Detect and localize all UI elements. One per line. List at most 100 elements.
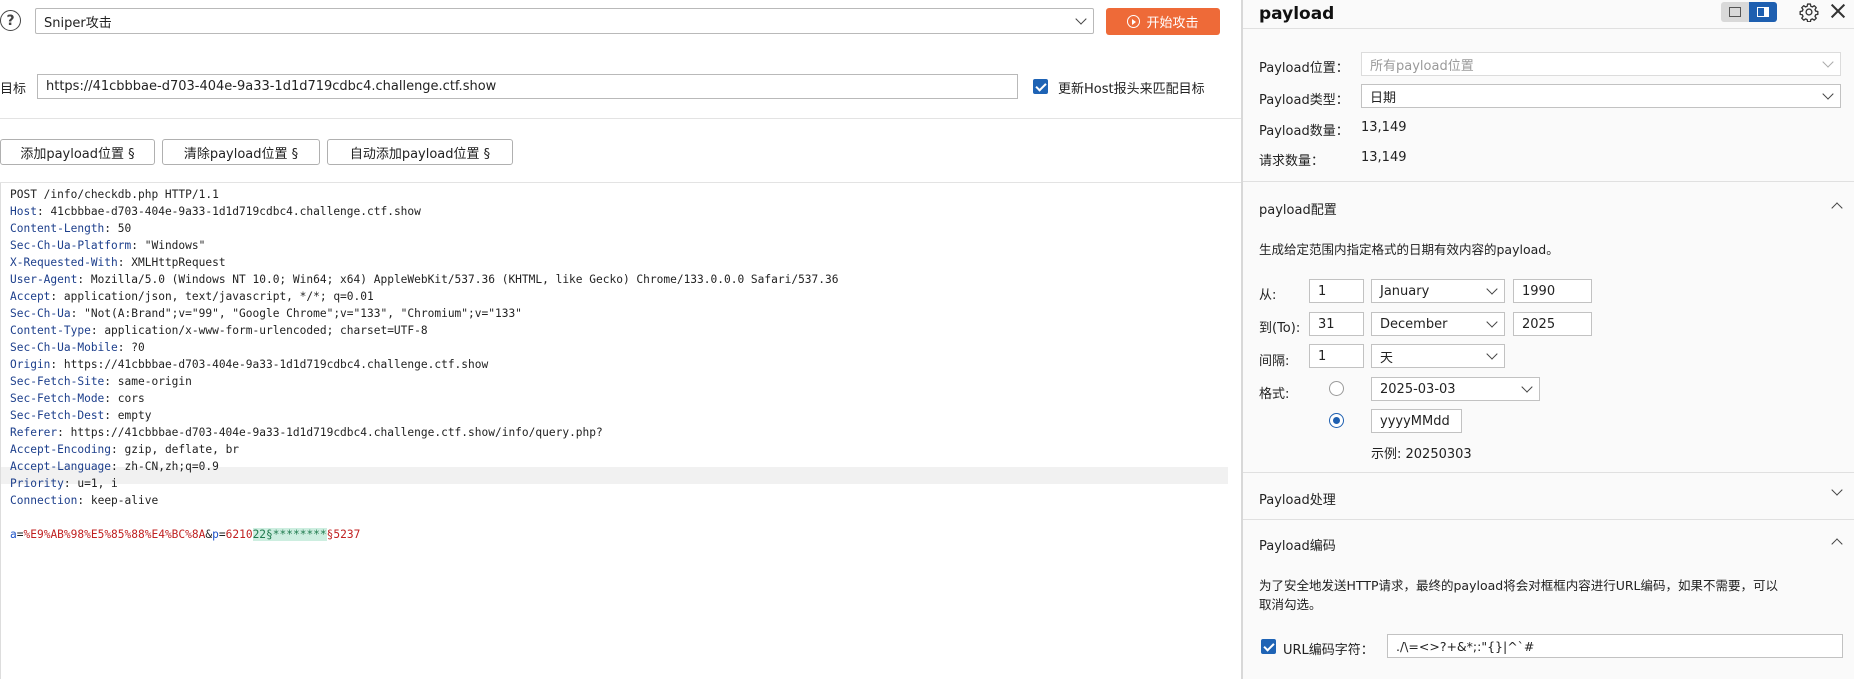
to-day-input[interactable]: 31 bbox=[1309, 312, 1364, 336]
param-value: %E9%AB%98%E5%85%88%E4%BC%8A bbox=[23, 528, 206, 541]
header-line: Referer: https://41cbbbae-d703-404e-9a33… bbox=[10, 426, 603, 439]
gear-icon[interactable] bbox=[1799, 2, 1819, 22]
url-encode-chars-value: ./\=<>?+&*;:"{}|^`# bbox=[1396, 638, 1535, 654]
chevron-up-icon[interactable] bbox=[1831, 202, 1843, 214]
url-encode-checkbox[interactable] bbox=[1261, 639, 1276, 654]
payload-marker[interactable]: 22§******** bbox=[252, 528, 327, 541]
header-line: Accept-Language: zh-CN,zh;q=0.9 bbox=[10, 460, 219, 473]
close-icon[interactable] bbox=[1829, 2, 1847, 20]
add-payload-position-button[interactable]: 添加payload位置 § bbox=[0, 139, 155, 165]
help-icon[interactable]: ? bbox=[0, 10, 21, 31]
header-line: Sec-Ch-Ua-Platform: "Windows" bbox=[10, 239, 206, 252]
to-day-value: 31 bbox=[1318, 316, 1335, 332]
update-host-label: 更新Host报头来匹配目标 bbox=[1058, 82, 1205, 97]
chevron-up-icon[interactable] bbox=[1831, 538, 1843, 550]
format-preset-value: 2025-03-03 bbox=[1380, 381, 1456, 397]
header-value: 50 bbox=[117, 222, 132, 235]
header-line: Accept: application/json, text/javascrip… bbox=[10, 290, 374, 303]
step-unit-value: 天 bbox=[1380, 350, 1394, 366]
payload-config-header[interactable]: payload配置 bbox=[1259, 199, 1337, 218]
header-line: Sec-Ch-Ua-Mobile: ?0 bbox=[10, 341, 145, 354]
attack-type-value: Sniper攻击 bbox=[44, 15, 112, 31]
header-value: application/json, text/javascript, */*; … bbox=[63, 290, 374, 303]
header-value: u=1, i bbox=[77, 477, 118, 490]
payload-encoding-description: 为了安全地发送HTTP请求，最终的payload将会对框框内容进行URL编码，如… bbox=[1259, 578, 1778, 593]
payload-processing-header[interactable]: Payload处理 bbox=[1259, 489, 1336, 508]
chevron-down-icon bbox=[1822, 56, 1834, 68]
header-value: XMLHttpRequest bbox=[131, 256, 226, 269]
chevron-down-icon bbox=[1521, 381, 1533, 393]
layout-toggle[interactable] bbox=[1721, 2, 1777, 22]
header-name: Sec-Ch-Ua bbox=[10, 307, 71, 320]
header-name: Sec-Ch-Ua-Platform bbox=[10, 239, 132, 252]
target-url-input[interactable]: https://41cbbbae-d703-404e-9a33-1d1d719c… bbox=[37, 74, 1018, 99]
to-month-select[interactable]: December bbox=[1371, 312, 1505, 336]
url-encode-chars-input[interactable]: ./\=<>?+&*;:"{}|^`# bbox=[1387, 634, 1843, 658]
update-host-checkbox[interactable] bbox=[1033, 79, 1048, 94]
payload-count-value: 13,149 bbox=[1361, 120, 1407, 135]
divider bbox=[1243, 28, 1854, 29]
divider bbox=[1243, 472, 1854, 473]
header-name: Accept-Encoding bbox=[10, 443, 112, 456]
header-value: https://41cbbbae-d703-404e-9a33-1d1d719c… bbox=[63, 358, 489, 371]
format-preset-radio[interactable] bbox=[1329, 381, 1344, 396]
header-line: Sec-Fetch-Mode: cors bbox=[10, 392, 145, 405]
to-year-input[interactable]: 2025 bbox=[1513, 312, 1592, 336]
format-preset-select[interactable]: 2025-03-03 bbox=[1371, 377, 1540, 401]
request-line: POST /info/checkdb.php HTTP/1.1 bbox=[10, 188, 219, 201]
layout-vertical-icon[interactable] bbox=[1749, 2, 1777, 22]
auto-add-payload-position-button[interactable]: 自动添加payload位置 § bbox=[327, 139, 513, 165]
chevron-down-icon bbox=[1486, 316, 1498, 328]
request-editor[interactable]: POST /info/checkdb.php HTTP/1.1 Host: 41… bbox=[0, 183, 1241, 679]
format-example: 示例: 20250303 bbox=[1371, 447, 1472, 462]
header-value: keep-alive bbox=[90, 494, 159, 507]
header-value: 41cbbbae-d703-404e-9a33-1d1d719cdbc4.cha… bbox=[50, 205, 421, 218]
step-unit-select[interactable]: 天 bbox=[1371, 344, 1505, 368]
divider bbox=[1243, 519, 1854, 520]
from-day-input[interactable]: 1 bbox=[1309, 279, 1364, 303]
header-value: Mozilla/5.0 (Windows NT 10.0; Win64; x64… bbox=[90, 273, 839, 286]
divider bbox=[0, 118, 1241, 119]
from-year-input[interactable]: 1990 bbox=[1513, 279, 1592, 303]
format-custom-radio[interactable] bbox=[1329, 413, 1344, 428]
payload-type-select[interactable]: 日期 bbox=[1361, 84, 1841, 108]
attack-type-select[interactable]: Sniper攻击 bbox=[35, 8, 1094, 34]
from-month-value: January bbox=[1380, 283, 1430, 299]
request-body: a=%E9%AB%98%E5%85%88%E4%BC%8A&p=621022§*… bbox=[10, 526, 360, 543]
from-month-select[interactable]: January bbox=[1371, 279, 1505, 303]
header-line: Content-Type: application/x-www-form-url… bbox=[10, 324, 428, 337]
from-year-value: 1990 bbox=[1522, 283, 1556, 299]
payload-position-select[interactable]: 所有payload位置 bbox=[1361, 52, 1841, 76]
param-name: a bbox=[10, 528, 17, 541]
header-value: application/x-www-form-urlencoded; chars… bbox=[104, 324, 428, 337]
payload-type-label: Payload类型： bbox=[1259, 93, 1349, 108]
payload-position-value: 所有payload位置 bbox=[1370, 58, 1474, 74]
header-line: Sec-Ch-Ua: "Not(A:Brand";v="99", "Google… bbox=[10, 307, 522, 320]
layout-horizontal-icon[interactable] bbox=[1721, 2, 1749, 22]
header-value: cors bbox=[117, 392, 145, 405]
url-encode-label: URL编码字符： bbox=[1283, 643, 1374, 658]
header-name: Sec-Fetch-Mode bbox=[10, 392, 105, 405]
payload-encoding-header[interactable]: Payload编码 bbox=[1259, 535, 1336, 554]
header-value: same-origin bbox=[117, 375, 192, 388]
play-circle-icon bbox=[1127, 15, 1141, 28]
header-name: Sec-Fetch-Site bbox=[10, 375, 105, 388]
from-label: 从: bbox=[1259, 288, 1277, 303]
header-value: zh-CN,zh;q=0.9 bbox=[124, 460, 219, 473]
payload-type-value: 日期 bbox=[1370, 90, 1397, 106]
param-value: 6210 bbox=[225, 528, 253, 541]
start-attack-label: 开始攻击 bbox=[1146, 16, 1199, 31]
header-name: Connection bbox=[10, 494, 78, 507]
chevron-down-icon[interactable] bbox=[1831, 484, 1843, 496]
divider bbox=[1243, 181, 1854, 182]
request-count-label: 请求数量： bbox=[1259, 154, 1325, 169]
param-name: p bbox=[212, 528, 219, 541]
step-input[interactable]: 1 bbox=[1309, 344, 1364, 368]
header-name: Referer bbox=[10, 426, 58, 439]
clear-payload-position-button[interactable]: 清除payload位置 § bbox=[162, 139, 320, 165]
start-attack-button[interactable]: 开始攻击 bbox=[1106, 8, 1220, 35]
header-name: Content-Type bbox=[10, 324, 91, 337]
format-custom-input[interactable]: yyyyMMdd bbox=[1371, 409, 1462, 433]
to-label: 到(To): bbox=[1259, 321, 1301, 336]
header-value: empty bbox=[117, 409, 152, 422]
